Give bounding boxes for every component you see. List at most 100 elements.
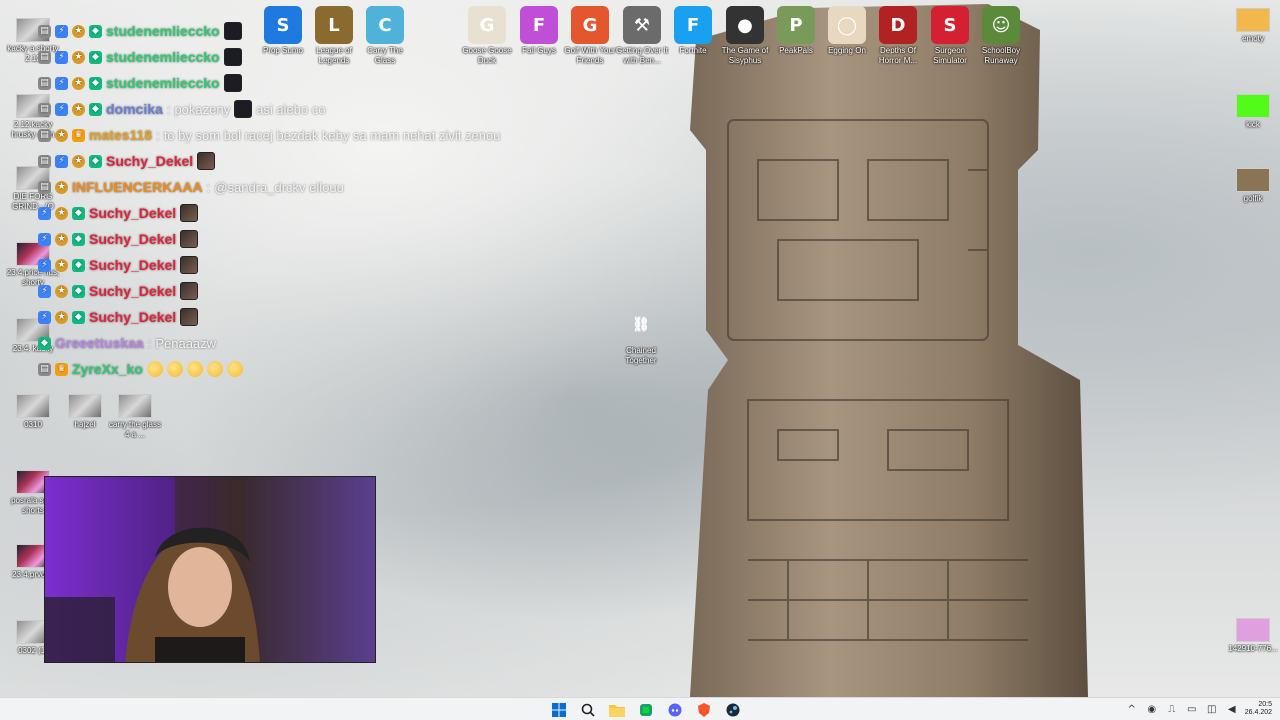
chat-message: ⚡ ★ ◆ Suchy_Dekel	[38, 226, 558, 252]
desktop-icon-game[interactable]: ◯ Egging On	[820, 6, 874, 56]
chat-badge-icon: ◆	[89, 24, 102, 38]
volume-icon[interactable]: ◀	[1225, 702, 1239, 716]
shortcut-icon	[1236, 8, 1270, 32]
chat-badge-icon: ◆	[89, 102, 102, 116]
desktop-icon-game[interactable]: ☺ SchoolBoy Runaway	[974, 6, 1028, 66]
chat-text: to by som bol racej bezdak keby sa mam n…	[163, 127, 501, 143]
chat-badge-icon: ▤	[38, 24, 51, 38]
chat-message: ▤ ⚡ ★ ◆ domcika: pokazeny asi alebo co	[38, 96, 558, 122]
desktop-icon-game[interactable]: D Depths Of Horror M...	[871, 6, 925, 66]
chat-message: ▤ ⚡ ★ ◆ studenemlieccko	[38, 18, 558, 44]
game-shortcut-icon: P	[777, 6, 815, 44]
chat-username: studenemlieccko	[106, 23, 220, 39]
desktop-icon-game[interactable]: G Golf With Your Friends	[563, 6, 617, 66]
game-shortcut-icon: ●	[726, 6, 764, 44]
file-thumbnail-icon	[16, 394, 50, 418]
desktop-icon-label: Chained Together	[625, 346, 657, 365]
system-tray: ^ ◉ ⎍ ▭ ◫ ◀ 20:5 26.4.202	[1125, 701, 1272, 717]
desktop-icon-label: Golf With Your Friends	[564, 46, 616, 65]
webcam-feed	[44, 476, 376, 663]
chat-badge-icon: ▤	[38, 102, 51, 116]
file-thumbnail-icon	[68, 394, 102, 418]
chat-badge-icon: ⚡	[55, 154, 68, 168]
chat-username: domcika	[106, 101, 163, 117]
desktop-icon-label: 0310	[24, 420, 42, 429]
security-icon[interactable]: ◉	[1145, 702, 1159, 716]
chat-emoji-icon	[146, 361, 163, 377]
chat-badge-icon: ★	[72, 154, 85, 168]
desktop-icon-right[interactable]: kick	[1226, 94, 1280, 130]
chat-emote-icon	[180, 256, 199, 274]
chat-badge-icon: ▤	[38, 76, 51, 90]
chat-username: Suchy_Dekel	[89, 231, 177, 247]
chat-badge-icon: ♛	[72, 128, 85, 142]
clock-time: 20:5	[1258, 701, 1272, 708]
chat-emote-icon	[180, 230, 199, 248]
monitor-icon[interactable]: ▭	[1185, 702, 1199, 716]
desktop-icon-game[interactable]: P PeakPals	[769, 6, 823, 56]
desktop-icon-game[interactable]: ● The Game of Sisyphus	[718, 6, 772, 66]
desktop-icon-label: emoty	[1242, 34, 1264, 43]
chat-badge-icon: ◆	[89, 76, 102, 90]
desktop-icon-right[interactable]: golfik	[1226, 168, 1280, 204]
chained-together-icon: ⛓	[632, 317, 650, 333]
microphone-icon[interactable]: ⎍	[1165, 702, 1179, 716]
webcam-image	[45, 477, 375, 662]
chat-badge-icon: ⚡	[38, 310, 51, 324]
start-icon[interactable]	[548, 701, 570, 719]
desktop-icon-game[interactable]: F Fortnite	[666, 6, 720, 56]
brave-icon[interactable]	[693, 701, 715, 719]
desktop-icon-file[interactable]: carry the glass 4 a ...	[108, 394, 162, 440]
desktop-icon-game[interactable]: S Surgeon Simulator	[923, 6, 977, 66]
chat-badge-icon: ◆	[72, 284, 85, 298]
chat-username: Greeettuskaa	[55, 335, 144, 351]
clock-date: 26.4.202	[1244, 709, 1272, 716]
desktop-icon-label: The Game of Sisyphus	[721, 46, 769, 65]
file-explorer-icon[interactable]	[606, 701, 628, 719]
chat-username: studenemlieccko	[106, 49, 220, 65]
clock[interactable]: 20:5 26.4.202	[1245, 701, 1272, 717]
chat-message: ⚡ ★ ◆ Suchy_Dekel	[38, 200, 558, 226]
chat-message: ⚡ ★ ◆ Suchy_Dekel	[38, 252, 558, 278]
chat-message: ▤ ♛ ZyreXx_ko	[38, 356, 558, 382]
chat-separator: :	[166, 101, 171, 117]
chat-badge-icon: ▤	[38, 362, 51, 376]
game-shortcut-icon: G	[571, 6, 609, 44]
desktop-icon-game[interactable]: ⚒ Getting Over It with Ben...	[615, 6, 669, 66]
desktop-icon-chained-together[interactable]: ⛓ Chained Together	[614, 306, 668, 366]
steam-icon[interactable]	[722, 701, 744, 719]
desktop-icon-label: hajzel	[74, 420, 96, 429]
icon-glyph: G	[582, 14, 598, 36]
chat-username: mates118	[89, 127, 153, 143]
shortcut-icon	[1236, 168, 1270, 192]
search-icon[interactable]	[577, 701, 599, 719]
chat-emote-icon	[197, 152, 216, 170]
chat-badge-icon: ⚡	[55, 76, 68, 90]
chat-emoji-icon	[206, 361, 223, 377]
desktop-icon-file[interactable]: hajzel	[58, 394, 112, 430]
chat-badge-icon: ◆	[72, 206, 85, 220]
app-green-icon[interactable]	[635, 701, 657, 719]
chat-badge-icon: ▤	[38, 128, 51, 142]
network-icon[interactable]: ◫	[1205, 702, 1219, 716]
desktop-icon-right[interactable]: emoty	[1226, 8, 1280, 44]
chat-emote-icon	[180, 308, 199, 326]
chat-badge-icon: ▤	[38, 180, 51, 194]
chat-badge-icon: ★	[55, 310, 68, 324]
chat-emoji-icon	[186, 361, 203, 377]
desktop-icon-label: Depths Of Horror M...	[878, 46, 918, 65]
chevron-up-icon[interactable]: ^	[1125, 702, 1139, 716]
chat-message: ▤ ⚡ ★ ◆ studenemlieccko	[38, 70, 558, 96]
chat-badge-icon: ★	[55, 284, 68, 298]
chat-username: Suchy_Dekel	[106, 153, 194, 169]
chat-username: Suchy_Dekel	[89, 309, 177, 325]
chat-badge-icon: ⚡	[55, 24, 68, 38]
icon-glyph: ◯	[836, 14, 858, 36]
desktop-icon-right[interactable]: 142910-776...	[1226, 618, 1280, 654]
desktop-icon-file[interactable]: 0310	[6, 394, 60, 430]
chat-badge-icon: ★	[72, 50, 85, 64]
discord-icon[interactable]	[664, 701, 686, 719]
chat-emoji-icon	[166, 361, 183, 377]
icon-glyph: S	[943, 14, 957, 36]
chat-badge-icon: ◆	[89, 154, 102, 168]
